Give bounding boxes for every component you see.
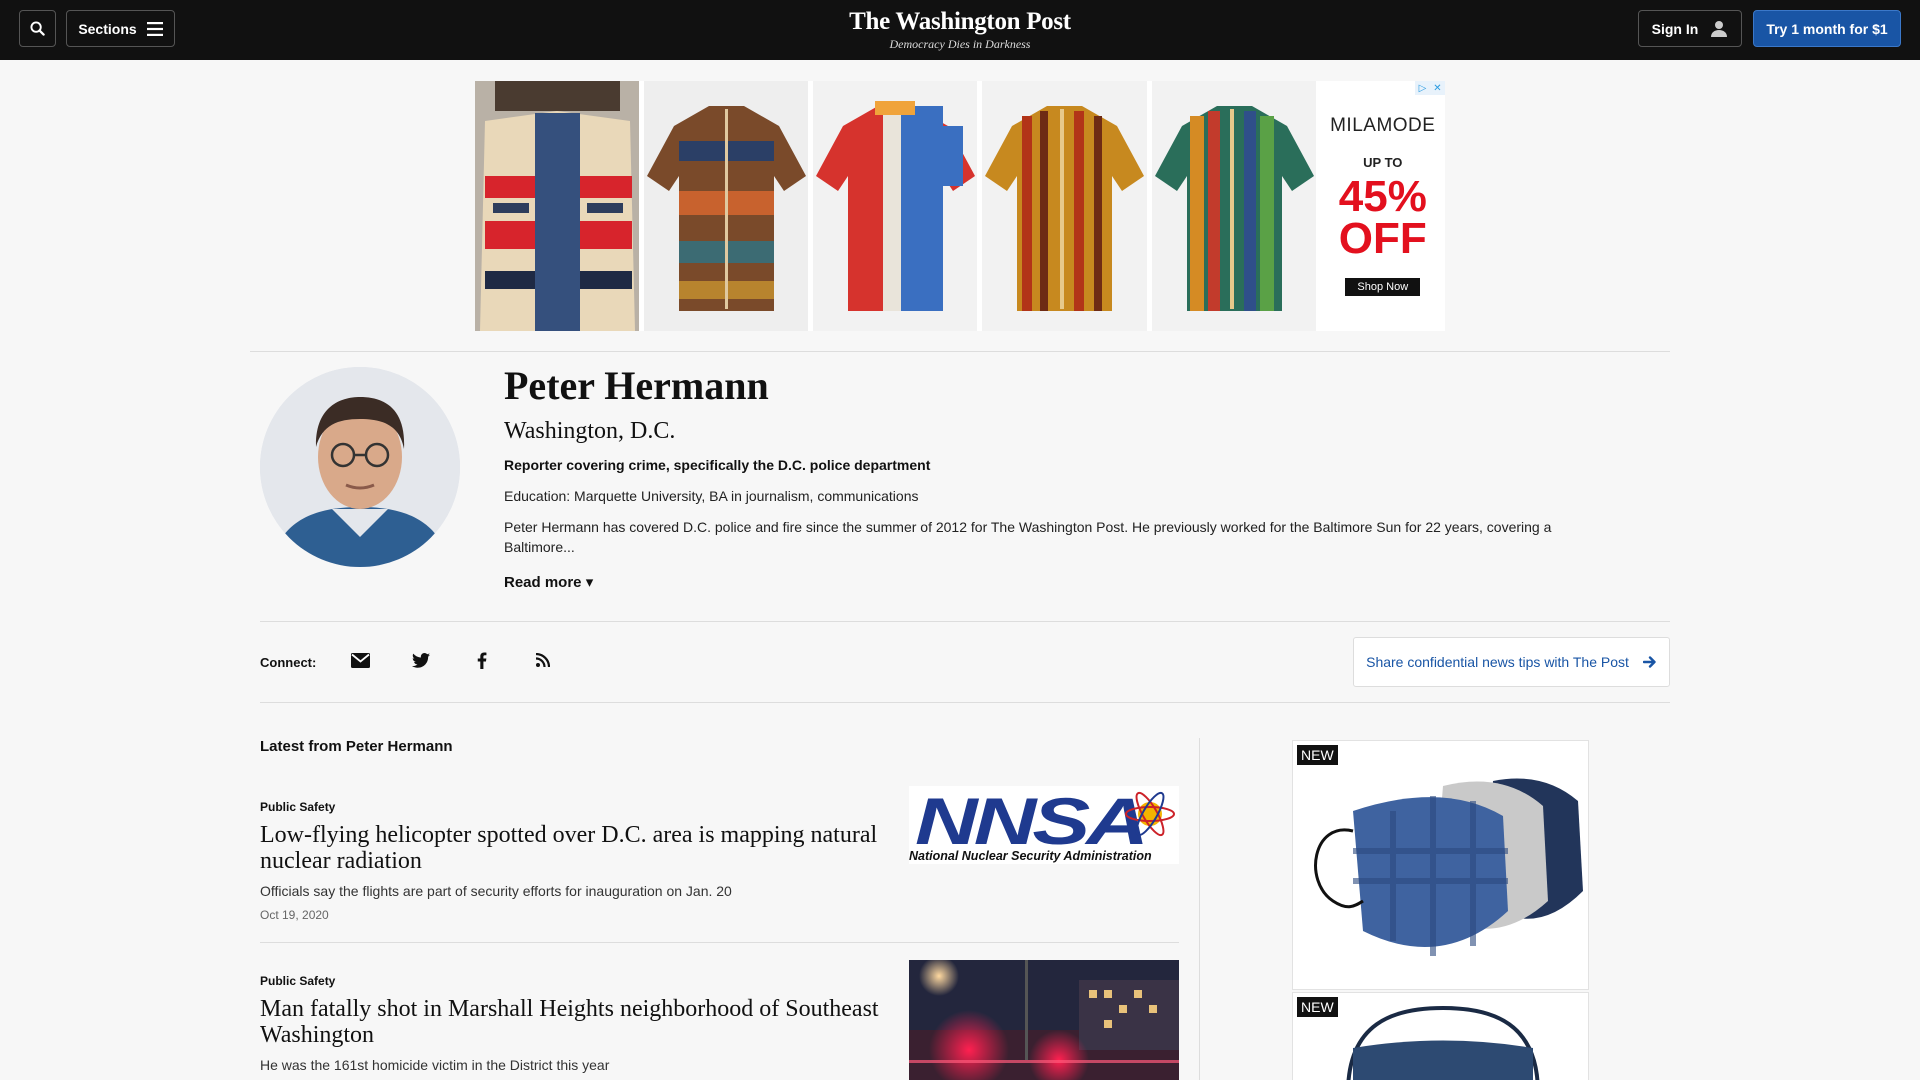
ad-product-image-shirt-3 — [982, 81, 1147, 331]
author-avatar — [260, 367, 460, 567]
sidebar-ad[interactable]: ▷ ✕ NEW NEW — [1292, 740, 1589, 1080]
story-blurb: He was the 161st homicide victim in the … — [260, 1057, 610, 1073]
ad-up-to: UP TO — [1363, 155, 1403, 170]
arrow-right-icon — [1642, 656, 1656, 668]
story-date: Oct 19, 2020 — [260, 908, 329, 922]
ad-product-mask-set[interactable]: NEW — [1292, 740, 1589, 990]
top-banner-ad[interactable]: ▷ ✕ MILAMODE UP TO 45% OFF Shop Now — [475, 81, 1445, 331]
ad-discount: 45% OFF — [1338, 172, 1427, 263]
story-kicker[interactable]: Public Safety — [260, 974, 335, 988]
ad-product-image-coat — [475, 81, 640, 331]
sign-in-label: Sign In — [1651, 20, 1699, 37]
user-icon — [1711, 20, 1728, 37]
author-location: Washington, D.C. — [504, 418, 676, 444]
story-image-night-scene[interactable] — [909, 960, 1179, 1080]
masthead[interactable]: The Washington Post Democracy Dies in Da… — [810, 8, 1110, 52]
news-tips-button[interactable]: Share confidential news tips with The Po… — [1353, 637, 1670, 687]
ad-product-image-shirt-1 — [644, 81, 809, 331]
story-kicker[interactable]: Public Safety — [260, 800, 335, 814]
facebook-icon[interactable] — [470, 648, 494, 672]
author-role: Reporter covering crime, specifically th… — [504, 457, 931, 473]
divider — [250, 351, 1670, 352]
ad-close-icon[interactable]: ✕ — [1429, 81, 1445, 95]
story-image-nnsa[interactable]: NNSA National Nuclear Security Administr… — [909, 786, 1179, 864]
caret-down-icon: ▾ — [585, 574, 594, 591]
story-headline[interactable]: Low-flying helicopter spotted over D.C. … — [260, 822, 880, 874]
ad-brand-panel[interactable]: ▷ ✕ MILAMODE UP TO 45% OFF Shop Now — [1320, 81, 1445, 331]
ad-shop-now-button[interactable]: Shop Now — [1345, 278, 1421, 296]
ad-product-image-shirt-4 — [1151, 81, 1316, 331]
story-headline[interactable]: Man fatally shot in Marshall Heights nei… — [260, 996, 880, 1048]
ad-brand-name: MILAMODE — [1330, 115, 1436, 136]
search-button[interactable] — [19, 10, 56, 47]
ad-product-mask-denim[interactable]: NEW — [1292, 992, 1589, 1080]
site-logo[interactable]: The Washington Post — [810, 8, 1110, 36]
search-icon — [30, 21, 45, 36]
author-education: Education: Marquette University, BA in j… — [504, 488, 919, 504]
read-more-toggle[interactable]: Read more ▾ — [504, 573, 593, 591]
top-navigation-bar: Sections The Washington Post Democracy D… — [0, 0, 1920, 60]
subscribe-button[interactable]: Try 1 month for $1 — [1753, 10, 1901, 47]
nnsa-caption: National Nuclear Security Administration — [909, 849, 1152, 863]
ad-choices[interactable]: ▷ ✕ — [1414, 81, 1445, 95]
adchoices-icon[interactable]: ▷ — [1414, 81, 1430, 95]
sections-label: Sections — [78, 20, 137, 37]
column-divider — [1199, 738, 1200, 1080]
hamburger-icon — [146, 21, 163, 36]
sections-menu-button[interactable]: Sections — [66, 10, 175, 47]
read-more-label: Read more — [504, 574, 582, 591]
divider — [260, 621, 1670, 622]
author-name: Peter Hermann — [504, 363, 769, 408]
rss-icon[interactable] — [531, 648, 555, 672]
ad-product-image-shirt-2 — [813, 81, 978, 331]
new-badge: NEW — [1297, 745, 1338, 765]
divider — [260, 702, 1670, 703]
divider — [260, 942, 1179, 943]
connect-label: Connect: — [260, 655, 317, 670]
story-blurb: Officials say the flights are part of se… — [260, 883, 732, 899]
email-icon[interactable] — [348, 648, 372, 672]
new-badge: NEW — [1297, 997, 1338, 1017]
latest-heading: Latest from Peter Hermann — [260, 738, 453, 755]
author-bio: Peter Hermann has covered D.C. police an… — [504, 519, 1552, 555]
nnsa-logo-text: NNSA — [915, 786, 1145, 858]
site-tagline: Democracy Dies in Darkness — [889, 37, 1031, 51]
news-tips-label: Share confidential news tips with The Po… — [1366, 654, 1629, 670]
twitter-icon[interactable] — [409, 648, 433, 672]
sign-in-button[interactable]: Sign In — [1638, 10, 1742, 47]
